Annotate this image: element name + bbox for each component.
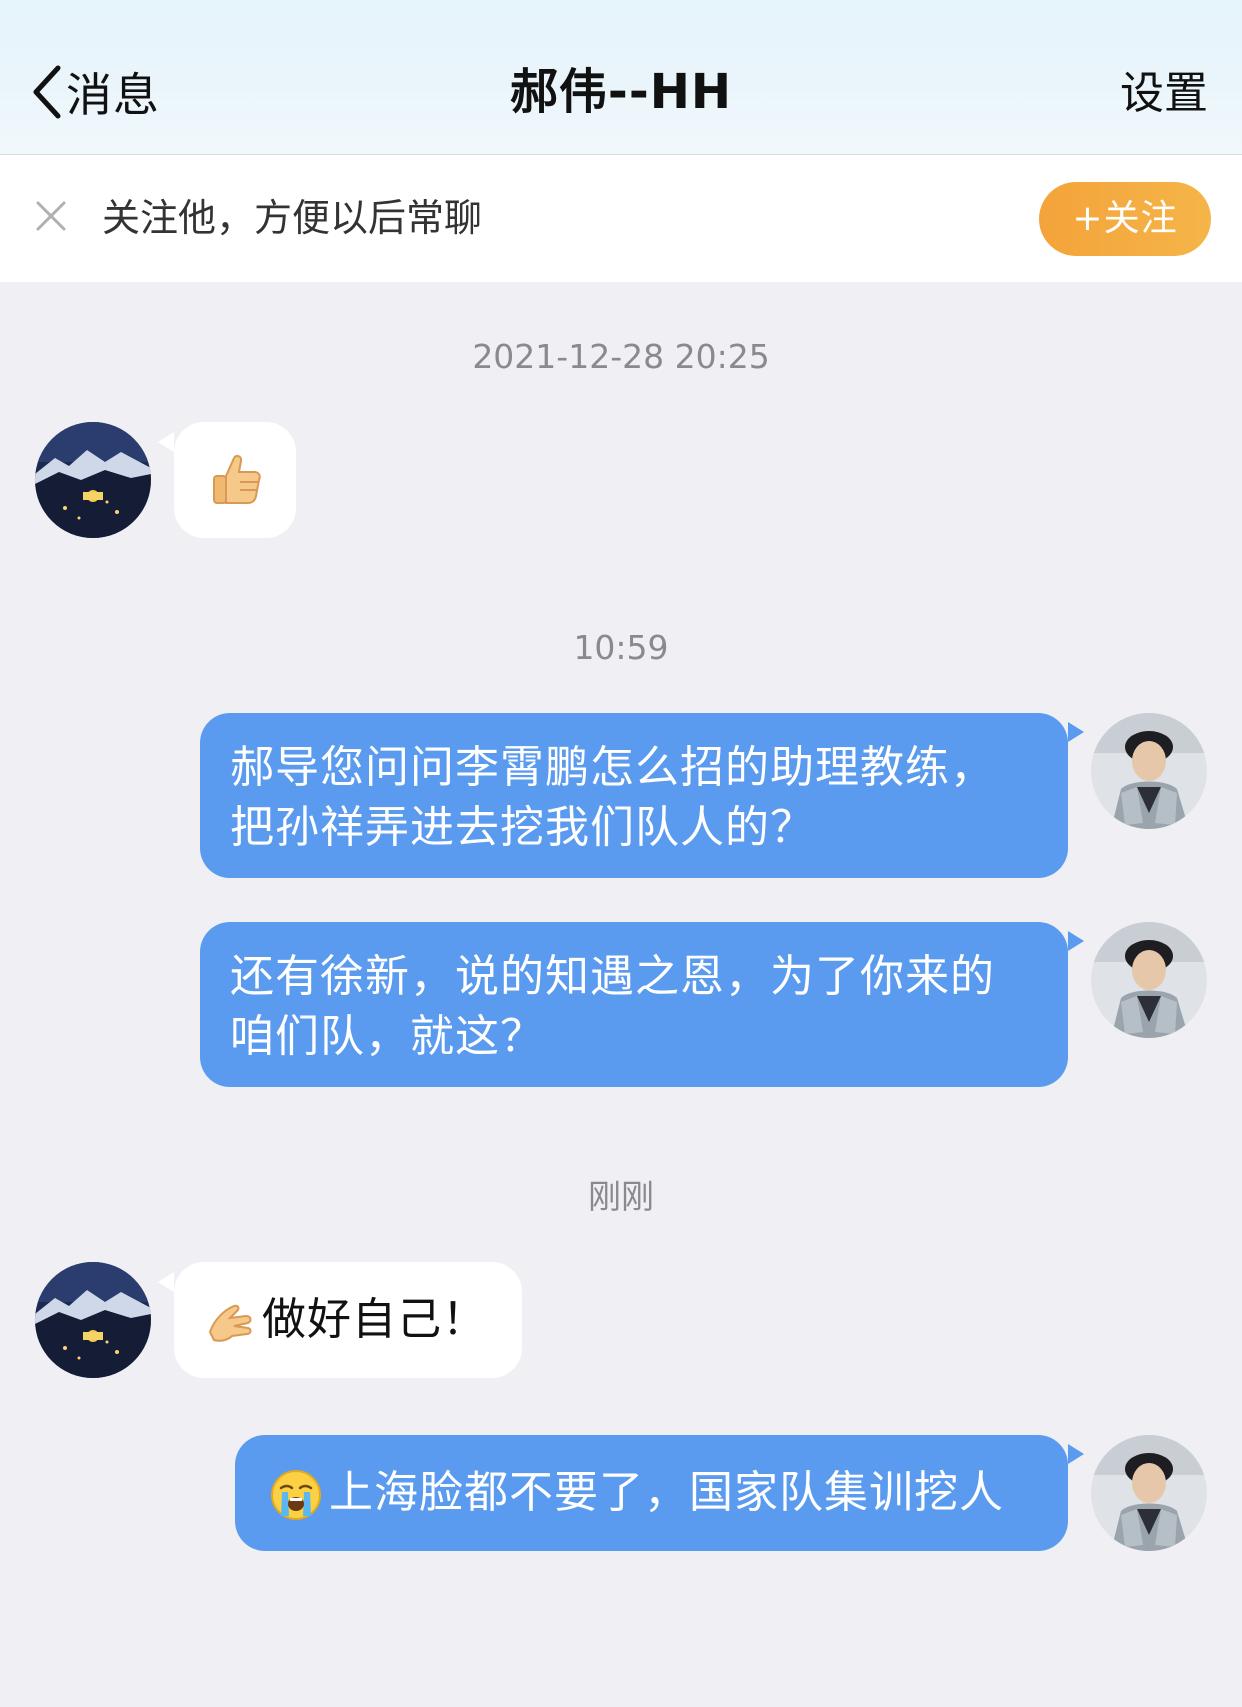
outgoing-message-bubble[interactable]: 还有徐新，说的知遇之恩，为了你来的 咱们队，就这？ <box>200 922 1068 1087</box>
user-avatar[interactable] <box>1091 922 1207 1038</box>
bubble-tail <box>1068 722 1084 742</box>
bubble-tail <box>1068 931 1084 951</box>
loudly-crying-face-icon <box>269 1468 323 1522</box>
incoming-message-bubble[interactable]: 做好自己！ <box>174 1262 522 1378</box>
bubble-tail <box>158 1272 174 1292</box>
chat-header: 消息 郝伟--HH 设置 <box>0 0 1242 155</box>
pinching-hand-icon <box>204 1296 256 1348</box>
user-avatar[interactable] <box>1091 1435 1207 1551</box>
bubble-tail <box>1068 1444 1084 1464</box>
contact-avatar[interactable] <box>35 422 151 538</box>
message-text: 把孙祥弄进去挖我们队人的？ <box>230 802 815 853</box>
message-text: 上海脸都不要了，国家队集训挖人 <box>329 1467 1004 1518</box>
incoming-message-bubble[interactable] <box>174 422 296 538</box>
contact-avatar[interactable] <box>35 1262 151 1378</box>
message-text: 郝导您问问李霄鹏怎么招的助理教练， <box>230 742 995 793</box>
timestamp: 2021-12-28 20:25 <box>472 337 770 376</box>
close-icon[interactable] <box>34 199 68 233</box>
timestamp: 10:59 <box>573 628 669 667</box>
follow-button[interactable]: +关注 <box>1039 182 1211 256</box>
message-text: 做好自己！ <box>262 1294 487 1345</box>
chat-title: 郝伟--HH <box>509 64 733 120</box>
follow-prompt: 关注他，方便以后常聊 <box>102 196 483 240</box>
outgoing-message-bubble[interactable]: 上海脸都不要了，国家队集训挖人 <box>235 1435 1068 1551</box>
bubble-tail <box>158 432 174 452</box>
settings-button[interactable]: 设置 <box>1120 60 1208 128</box>
user-avatar[interactable] <box>1091 713 1207 829</box>
message-text: 还有徐新，说的知遇之恩，为了你来的 <box>230 951 995 1002</box>
outgoing-message-bubble[interactable]: 郝导您问问李霄鹏怎么招的助理教练， 把孙祥弄进去挖我们队人的？ <box>200 713 1068 878</box>
thumbs-up-icon <box>213 454 261 504</box>
follow-banner: 关注他，方便以后常聊 +关注 <box>0 155 1242 282</box>
message-text: 咱们队，就这？ <box>230 1011 545 1062</box>
timestamp: 刚刚 <box>588 1177 654 1216</box>
